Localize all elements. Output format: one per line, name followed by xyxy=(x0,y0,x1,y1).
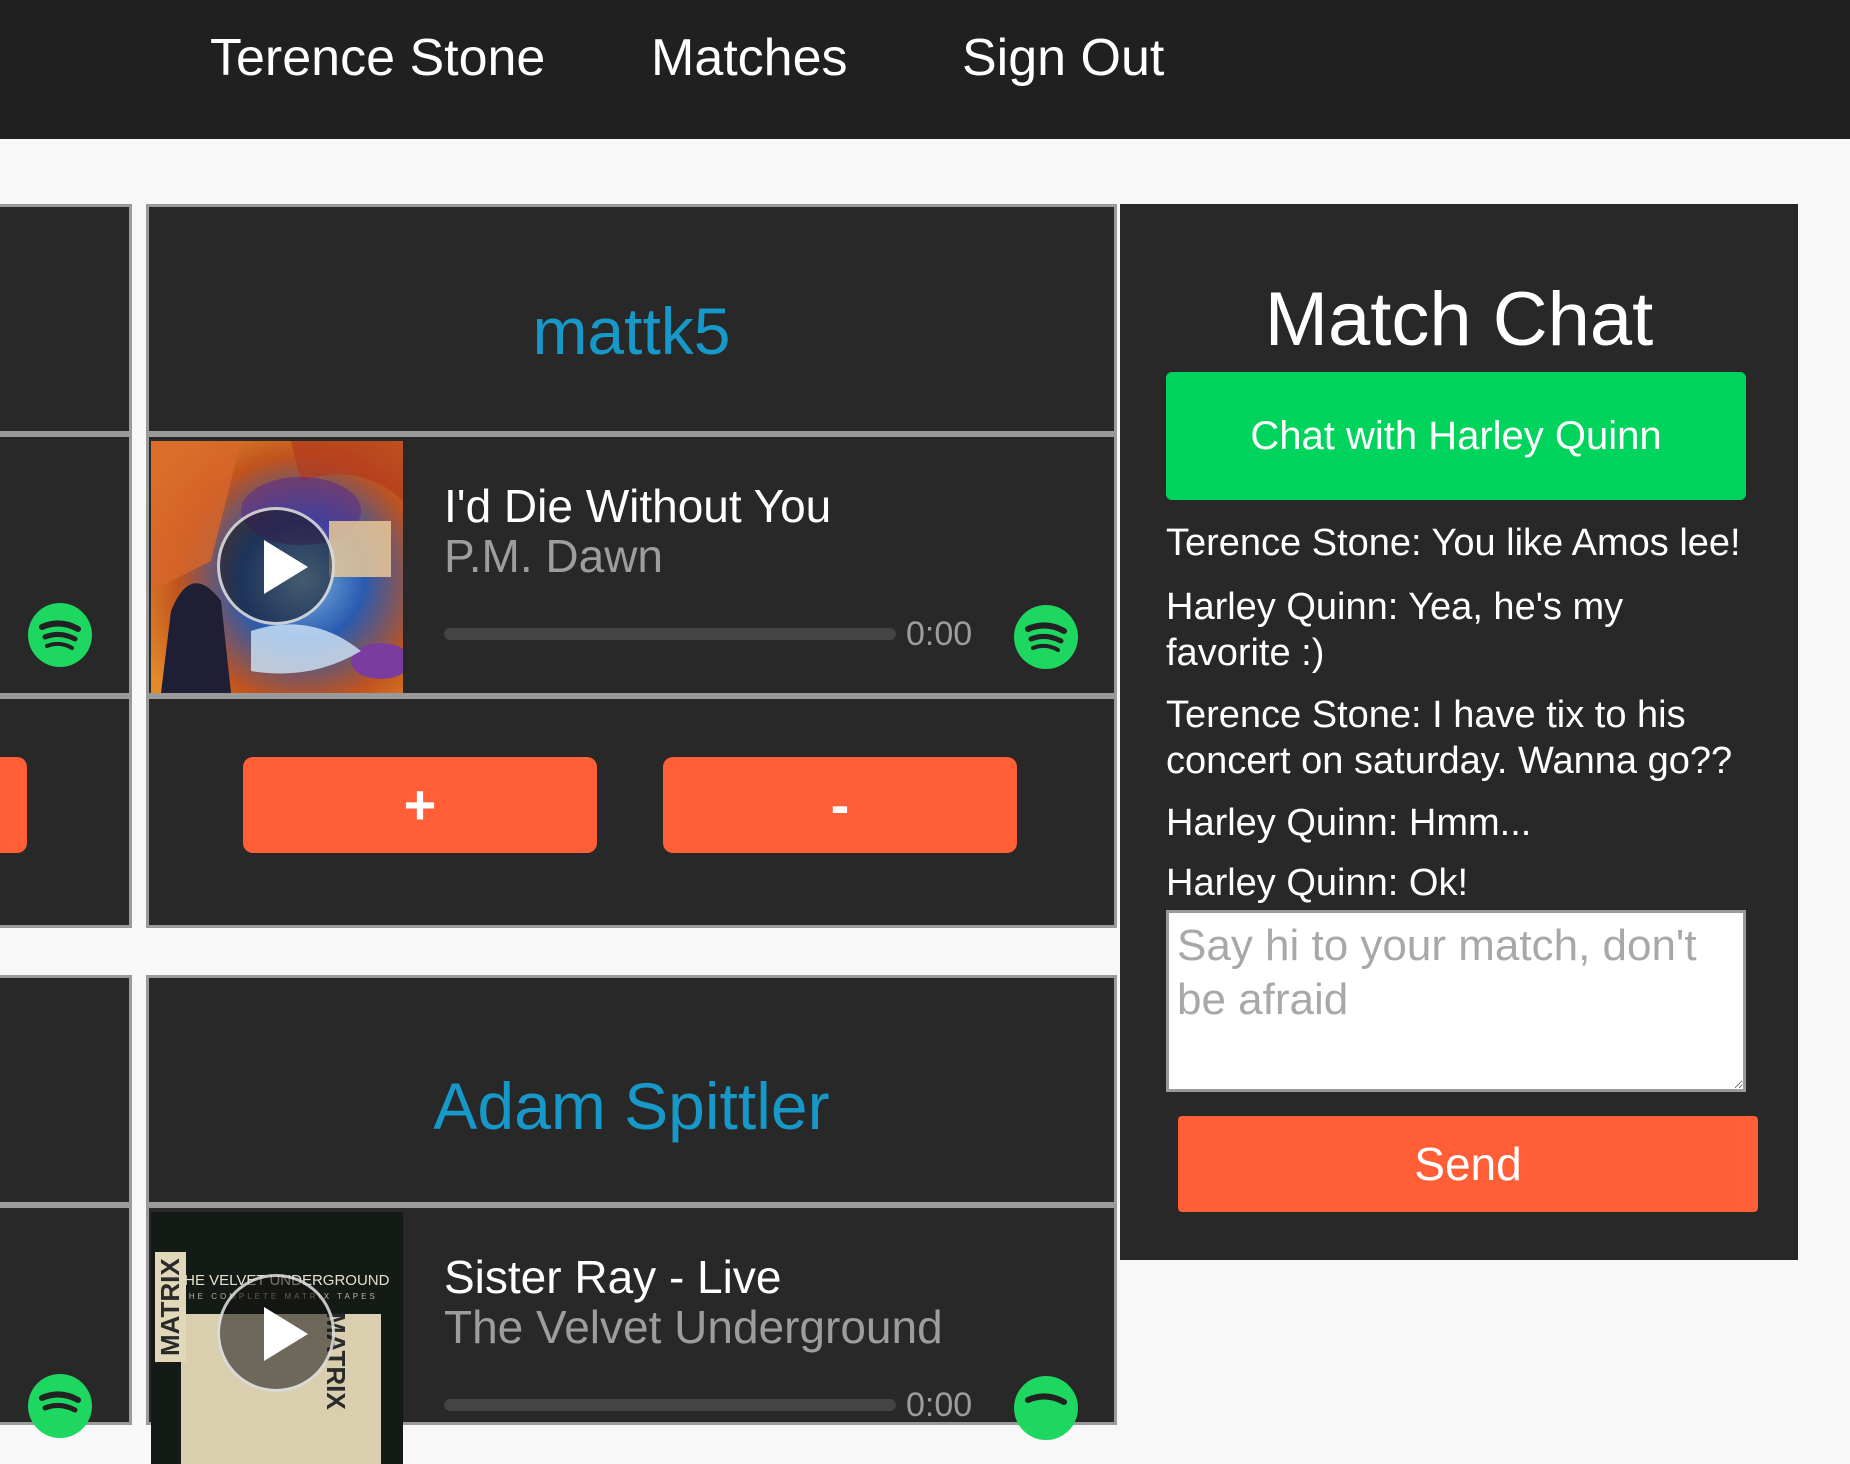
chat-with-button[interactable]: Chat with Harley Quinn xyxy=(1166,372,1746,500)
chat-message: Terence Stone: I have tix to his concert… xyxy=(1166,694,1733,782)
chat-message-input[interactable] xyxy=(1166,910,1746,1092)
track-title: I'd Die Without You xyxy=(444,480,832,532)
downvote-button[interactable]: - xyxy=(663,757,1017,853)
partial-card-votes xyxy=(0,696,132,928)
chat-message: Terence Stone: You like Amos lee! xyxy=(1166,522,1741,564)
chat-title: Match Chat xyxy=(1264,277,1654,362)
nav-sign-out[interactable]: Sign Out xyxy=(962,20,1164,96)
spotify-icon[interactable] xyxy=(1014,605,1078,669)
chat-message: Harley Quinn: Ok! xyxy=(1166,862,1468,904)
track-player-2: THE VELVET UNDERGROUND THE COMPLETE MATR… xyxy=(146,1205,1117,1464)
chat-message: Harley Quinn: Hmm... xyxy=(1166,802,1532,844)
send-button[interactable]: Send xyxy=(1178,1116,1758,1212)
partial-card-header-2 xyxy=(0,975,132,1205)
play-icon xyxy=(264,540,308,594)
track-title: Sister Ray - Live xyxy=(444,1251,782,1303)
progress-bar[interactable] xyxy=(444,628,896,640)
partial-vote-button[interactable] xyxy=(0,757,27,853)
match-username[interactable]: Adam Spittler xyxy=(149,1068,1114,1144)
chat-message: Harley Quinn: Yea, he's my favorite :) xyxy=(1166,586,1624,674)
nav-user-name[interactable]: Terence Stone xyxy=(210,20,545,96)
track-player: I'd Die Without You P.M. Dawn 0:00 xyxy=(146,434,1117,696)
upvote-button[interactable]: + xyxy=(243,757,597,853)
match-card-header-2: Adam Spittler xyxy=(146,975,1117,1205)
partial-card-track xyxy=(0,434,132,696)
match-card-header: mattk5 xyxy=(146,204,1117,434)
track-time: 0:00 xyxy=(906,1386,973,1424)
play-button[interactable] xyxy=(217,1274,335,1392)
progress-bar[interactable] xyxy=(444,1399,896,1411)
track-artist: P.M. Dawn xyxy=(444,530,664,582)
track-time: 0:00 xyxy=(906,615,973,653)
album-art xyxy=(151,441,403,693)
partial-card-header xyxy=(0,204,132,434)
track-artist: The Velvet Underground xyxy=(444,1301,943,1353)
play-icon xyxy=(264,1307,308,1361)
nav-matches[interactable]: Matches xyxy=(651,20,848,96)
top-navbar: Terence Stone Matches Sign Out xyxy=(0,0,1850,139)
match-chat-panel: Match Chat Chat with Harley Quinn Terenc… xyxy=(1120,204,1798,1260)
album-art: THE VELVET UNDERGROUND THE COMPLETE MATR… xyxy=(151,1212,403,1464)
spotify-icon[interactable] xyxy=(28,603,92,667)
spotify-icon[interactable] xyxy=(28,1374,92,1438)
album-side-text: MATRIX xyxy=(155,1252,186,1362)
spotify-icon[interactable] xyxy=(1014,1376,1078,1440)
partial-card-track-2 xyxy=(0,1205,132,1438)
vote-panel: + - xyxy=(146,696,1117,928)
match-username[interactable]: mattk5 xyxy=(149,293,1114,369)
play-button[interactable] xyxy=(217,507,335,625)
